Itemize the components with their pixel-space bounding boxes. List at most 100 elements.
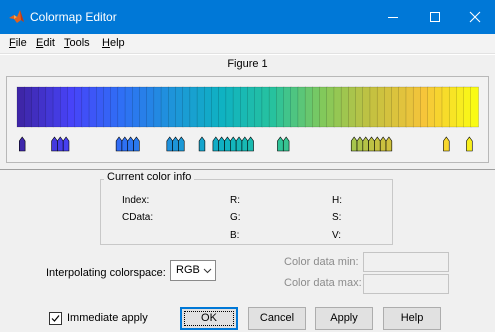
colormap-band bbox=[153, 86, 162, 128]
colormap-band bbox=[67, 86, 76, 128]
colormap-band bbox=[175, 86, 184, 128]
colormap-marker[interactable] bbox=[19, 136, 26, 152]
immediate-apply-checkbox[interactable] bbox=[49, 312, 62, 325]
window-title: Colormap Editor bbox=[30, 10, 117, 24]
colormap-marker[interactable] bbox=[282, 136, 290, 152]
colormap-band bbox=[290, 86, 299, 128]
checkmark-icon bbox=[51, 315, 60, 322]
colormap-marker[interactable] bbox=[362, 136, 369, 152]
colormap-band bbox=[124, 86, 134, 128]
menu-help-rest: elp bbox=[109, 37, 125, 49]
colormap-marker[interactable] bbox=[121, 136, 129, 152]
colormap-band bbox=[16, 86, 26, 128]
colormap-marker[interactable] bbox=[466, 136, 473, 152]
title-bar[interactable]: Colormap Editor bbox=[0, 0, 495, 34]
colormap-marker[interactable] bbox=[172, 136, 179, 152]
colormap-band bbox=[369, 86, 378, 128]
colormap-marker[interactable] bbox=[385, 136, 393, 152]
colormap-marker[interactable] bbox=[133, 136, 140, 152]
maximize-icon bbox=[430, 12, 440, 22]
menu-file[interactable]: File bbox=[9, 37, 27, 49]
cancel-button[interactable]: Cancel bbox=[248, 307, 306, 330]
interpolating-colorspace-label: Interpolating colorspace: bbox=[46, 267, 166, 279]
colormap-band bbox=[355, 86, 364, 128]
colormap-band bbox=[412, 86, 422, 128]
menu-help[interactable]: Help bbox=[102, 37, 125, 49]
colormap-marker[interactable] bbox=[198, 136, 206, 152]
colormap-marker[interactable] bbox=[57, 136, 64, 152]
colormap-band bbox=[60, 86, 69, 128]
close-button[interactable] bbox=[455, 0, 495, 34]
matlab-logo-icon bbox=[9, 10, 24, 23]
colormap-marker[interactable] bbox=[235, 136, 243, 152]
g-label: G: bbox=[230, 212, 241, 223]
colormap-display[interactable] bbox=[7, 77, 488, 162]
dialog-content: Figure 1 Current color info Index: CData… bbox=[0, 55, 495, 332]
colormap-marker[interactable] bbox=[230, 136, 237, 152]
colormap-band bbox=[247, 86, 256, 128]
colormap-marker[interactable] bbox=[178, 136, 185, 152]
colormap-band bbox=[448, 86, 458, 128]
index-label: Index: bbox=[122, 195, 150, 206]
color-data-min-field[interactable] bbox=[363, 252, 449, 272]
colormap-band bbox=[74, 86, 83, 128]
menu-edit[interactable]: Edit bbox=[36, 37, 55, 49]
colormap-band bbox=[189, 86, 198, 128]
colormap-marker[interactable] bbox=[51, 136, 58, 152]
b-label: B: bbox=[230, 230, 240, 241]
menu-file-rest: ile bbox=[15, 37, 27, 49]
colormap-band bbox=[204, 86, 213, 128]
menu-help-mnemonic: H bbox=[102, 37, 110, 49]
colormap-marker[interactable] bbox=[218, 136, 225, 152]
apply-button[interactable]: Apply bbox=[315, 307, 373, 330]
figure-divider bbox=[0, 169, 495, 170]
colormap-marker[interactable] bbox=[247, 136, 254, 152]
color-data-min-label: Color data min: bbox=[284, 256, 359, 268]
colormap-marker[interactable] bbox=[166, 136, 173, 152]
colormap-marker[interactable] bbox=[443, 136, 450, 152]
colormap-band bbox=[218, 86, 227, 128]
colormap-band bbox=[117, 86, 126, 128]
colormap-panel bbox=[6, 76, 489, 163]
colormap-band bbox=[304, 86, 314, 128]
colormap-marker[interactable] bbox=[277, 136, 284, 152]
colormap-band bbox=[81, 86, 90, 128]
colormap-band bbox=[340, 86, 350, 128]
colormap-marker[interactable] bbox=[374, 136, 381, 152]
colormap-marker[interactable] bbox=[356, 136, 364, 152]
menu-tools[interactable]: Tools bbox=[64, 37, 90, 49]
colormap-marker[interactable] bbox=[115, 136, 123, 152]
maximize-button[interactable] bbox=[415, 0, 455, 34]
colormap-marker[interactable] bbox=[379, 136, 387, 152]
colormap-marker[interactable] bbox=[368, 136, 375, 152]
interpolating-colorspace-select[interactable]: RGB bbox=[170, 260, 216, 281]
colormap-marker[interactable] bbox=[224, 136, 231, 152]
colormap-marker[interactable] bbox=[241, 136, 249, 152]
v-label: V: bbox=[332, 230, 342, 241]
colormap-marker[interactable] bbox=[350, 136, 358, 152]
colormap-band bbox=[362, 86, 371, 128]
ok-button[interactable]: OK bbox=[180, 307, 238, 330]
minimize-button[interactable] bbox=[373, 0, 413, 34]
menu-edit-rest: dit bbox=[43, 37, 55, 49]
colormap-band bbox=[470, 86, 479, 128]
colormap-band bbox=[312, 86, 321, 128]
colormap-band bbox=[38, 86, 47, 128]
colormap-band bbox=[160, 86, 170, 128]
colormap-band bbox=[96, 86, 105, 128]
colormap-band bbox=[146, 86, 155, 128]
colormap-band bbox=[139, 86, 148, 128]
colormap-marker[interactable] bbox=[62, 136, 70, 152]
colormap-band bbox=[434, 86, 443, 128]
colormap-marker[interactable] bbox=[127, 136, 134, 152]
colormap-band bbox=[110, 86, 119, 128]
colormap-band bbox=[168, 86, 177, 128]
help-button[interactable]: Help bbox=[383, 307, 441, 330]
colormap-marker[interactable] bbox=[212, 136, 220, 152]
colormap-band bbox=[31, 86, 40, 128]
colormap-band bbox=[391, 86, 400, 128]
ok-button-label: OK bbox=[201, 312, 217, 324]
color-data-max-field[interactable] bbox=[363, 274, 449, 294]
menu-file-mnemonic: F bbox=[9, 37, 16, 49]
colormap-band bbox=[384, 86, 393, 128]
